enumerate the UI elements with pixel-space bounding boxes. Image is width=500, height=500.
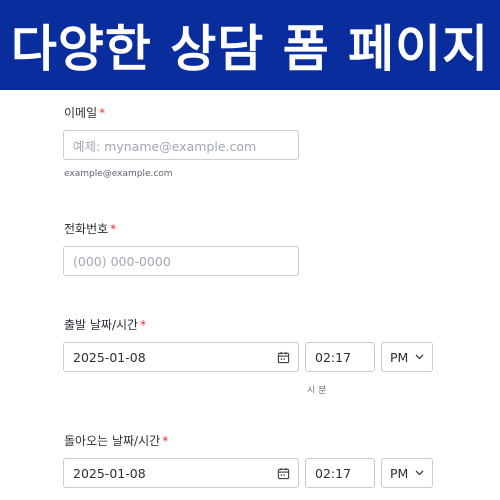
email-input[interactable]: 예제: myname@example.com (63, 130, 299, 160)
calendar-icon[interactable] (277, 351, 290, 364)
departure-label: 출발 날짜/시간 * (64, 316, 146, 333)
phone-required-mark: * (110, 222, 117, 236)
return-date-input[interactable]: 2025-01-08 (63, 458, 299, 488)
header-banner: 다양한 상담 폼 페이지 (0, 0, 500, 90)
departure-date-value: 2025-01-08 (73, 349, 146, 365)
departure-time-value: 02:17 (315, 349, 352, 365)
return-label: 돌아오는 날짜/시간 * (64, 432, 168, 449)
email-required-mark: * (99, 106, 106, 120)
email-placeholder: 예제: myname@example.com (73, 138, 257, 154)
page-title: 다양한 상담 폼 페이지 (10, 20, 490, 78)
departure-time-sublabel: 시 분 (307, 386, 327, 396)
return-ampm-value: PM (390, 465, 409, 481)
departure-time-input[interactable]: 02:17 (305, 342, 375, 372)
phone-input[interactable]: (000) 000-0000 (63, 246, 299, 276)
email-label-text: 이메일 (64, 106, 98, 120)
phone-label: 전화번호 * (64, 220, 116, 237)
return-time-input[interactable]: 02:17 (305, 458, 375, 488)
departure-ampm-select[interactable]: PM (381, 342, 433, 372)
departure-required-mark: * (140, 318, 147, 332)
chevron-down-icon (415, 470, 424, 476)
departure-label-text: 출발 날짜/시간 (64, 318, 139, 332)
return-required-mark: * (162, 434, 169, 448)
return-date-value: 2025-01-08 (73, 465, 146, 481)
calendar-icon[interactable] (277, 467, 290, 480)
return-time-value: 02:17 (315, 465, 352, 481)
departure-ampm-value: PM (390, 349, 409, 365)
phone-label-text: 전화번호 (64, 222, 109, 236)
departure-date-input[interactable]: 2025-01-08 (63, 342, 299, 372)
email-sublabel: example@example.com (64, 169, 173, 179)
return-label-text: 돌아오는 날짜/시간 (64, 434, 161, 448)
email-label: 이메일 * (64, 104, 105, 121)
return-ampm-select[interactable]: PM (381, 458, 433, 488)
phone-placeholder: (000) 000-0000 (73, 253, 171, 269)
chevron-down-icon (415, 354, 424, 360)
